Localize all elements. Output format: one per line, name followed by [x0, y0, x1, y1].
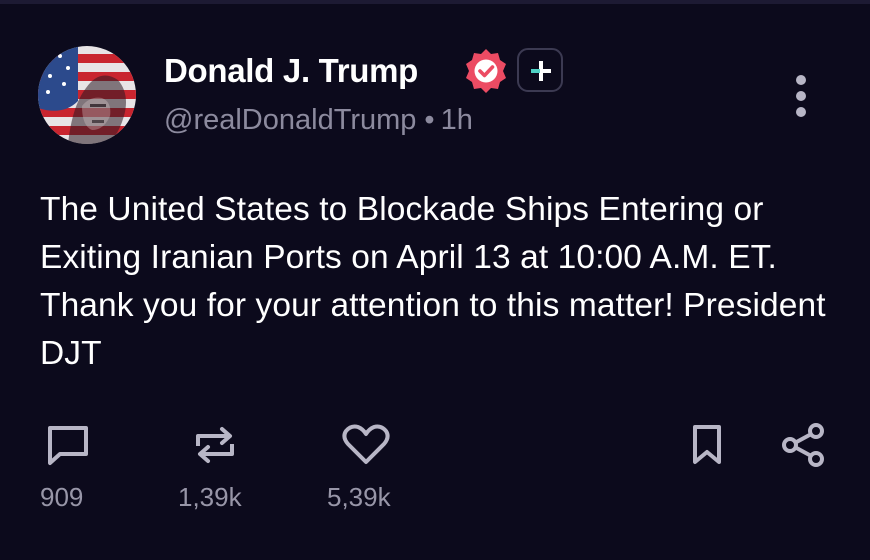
separator-dot: • [424, 104, 435, 136]
more-vertical-icon [796, 75, 806, 117]
post-text: The United States to Blockade Ships Ente… [40, 191, 826, 372]
like-count: 5,39k [327, 482, 391, 512]
reply-count: 909 [40, 482, 84, 512]
bookmark-button[interactable] [688, 422, 726, 468]
share-button[interactable] [778, 420, 828, 470]
bookmark-icon [693, 425, 721, 464]
heart-icon [342, 424, 390, 464]
repost-count: 1,39k [178, 482, 242, 512]
handle[interactable]: @realDonaldTrump [164, 104, 416, 136]
display-name[interactable]: Donald J. Trump [164, 52, 418, 90]
timestamp[interactable]: 1h [441, 104, 473, 136]
avatar[interactable] [38, 46, 136, 144]
repost-button[interactable] [190, 422, 240, 468]
repost-icon [196, 427, 234, 463]
post-card: Donald J. Trump @realDonaldTrump • 1h The … [0, 0, 870, 560]
handle-line: @realDonaldTrump • 1h [164, 104, 473, 137]
like-button[interactable] [340, 422, 392, 468]
plus-icon [531, 61, 551, 81]
share-icon [782, 423, 824, 467]
reply-button[interactable] [44, 422, 92, 468]
avatar-image [38, 46, 136, 144]
follow-button[interactable] [517, 48, 563, 92]
more-options-button[interactable] [784, 72, 818, 120]
verified-badge-icon [460, 46, 512, 98]
comment-icon [48, 426, 88, 465]
